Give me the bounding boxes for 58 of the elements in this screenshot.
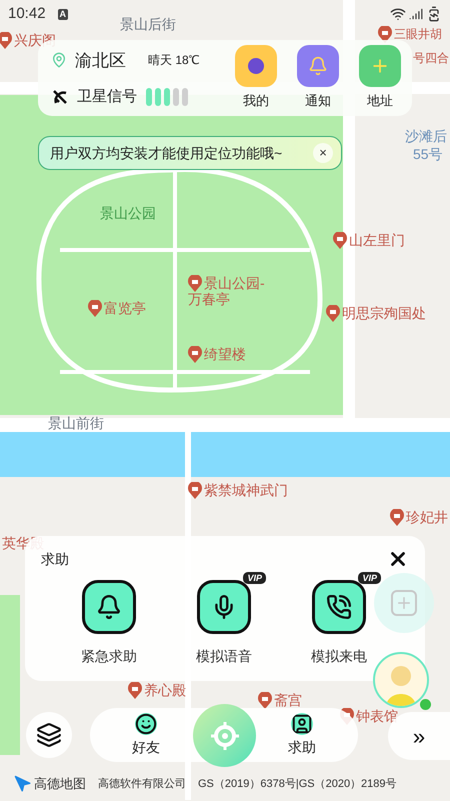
smiley-icon — [135, 712, 157, 734]
help-action-button[interactable]: 紧急求助 — [81, 580, 137, 667]
plus-icon — [391, 590, 417, 616]
bottom-tab[interactable]: 求助 — [288, 712, 316, 758]
map-label: 55号 — [413, 146, 443, 163]
map-logo: 高德地图 — [34, 775, 86, 793]
vip-badge: VIP — [243, 572, 266, 584]
map-label: 绮望楼 — [204, 346, 246, 363]
poi-pin-icon — [333, 232, 347, 249]
poi-pin-icon — [326, 305, 340, 322]
logo-icon — [14, 774, 32, 793]
poi-pin-icon — [390, 509, 404, 526]
map-label: 景山前街 — [48, 415, 104, 432]
poi-pin-icon — [88, 300, 102, 317]
tip-text: 用户双方均安装才能使用定位功能哦~ — [50, 144, 282, 162]
map-label: 号四合 — [413, 50, 449, 67]
poi-pin-icon — [188, 482, 202, 499]
map-label: 明思宗殉国处 — [342, 305, 426, 322]
location-pin-icon — [51, 52, 67, 68]
signal-icon — [409, 7, 423, 21]
bottom-tab[interactable]: 好友 — [132, 712, 160, 758]
vip-badge: VIP — [358, 572, 381, 584]
phone-icon — [312, 580, 366, 634]
map-label: 三眼井胡 — [394, 26, 442, 43]
copyright-text: 高德软件有限公司 — [98, 776, 186, 792]
poi-pin-icon — [188, 346, 202, 363]
district-name[interactable]: 渝北区 — [75, 48, 126, 73]
map-label: 紫禁城神武门 — [204, 482, 288, 499]
person-icon — [291, 712, 313, 734]
wifi-icon — [390, 6, 406, 22]
weather-text: 晴天 18℃ — [148, 52, 200, 70]
signal-label: 卫星信号 — [77, 87, 137, 107]
layers-icon — [36, 722, 62, 748]
shortcut-button[interactable]: 地址 — [358, 45, 402, 111]
poi-pin-icon — [188, 275, 202, 292]
crosshair-icon — [210, 720, 240, 750]
status-time: 10:42 — [8, 4, 46, 24]
shortcut-button[interactable]: 通知 — [296, 45, 340, 111]
map-label: 斋宫 — [274, 692, 302, 709]
map-label: 沙滩后 — [405, 128, 447, 145]
signal-bars-icon — [145, 87, 191, 108]
map-label: 养心殿 — [144, 682, 186, 699]
shortcut-button[interactable]: 我的 — [234, 45, 278, 111]
microphone-icon — [197, 580, 251, 634]
license-text: GS（2019）6378号|GS（2020）2189号 — [198, 776, 397, 792]
map-label: 富览亭 — [104, 300, 146, 317]
map-label: 兴庆阁 — [14, 32, 56, 49]
map-label: 珍妃井 — [406, 509, 448, 526]
bell-icon — [82, 580, 136, 634]
map-label: 景山后街 — [120, 16, 176, 33]
close-button[interactable]: × — [313, 143, 333, 163]
map-label: 山左里门 — [349, 232, 405, 249]
map-label: 景山公园- — [204, 275, 265, 292]
poi-pin-icon — [0, 32, 12, 49]
map-label: 万春亭 — [188, 291, 230, 308]
panel-title: 求助 — [41, 550, 69, 568]
map-label: 英华殿 — [2, 535, 44, 552]
map-label: 景山公园 — [100, 205, 156, 222]
